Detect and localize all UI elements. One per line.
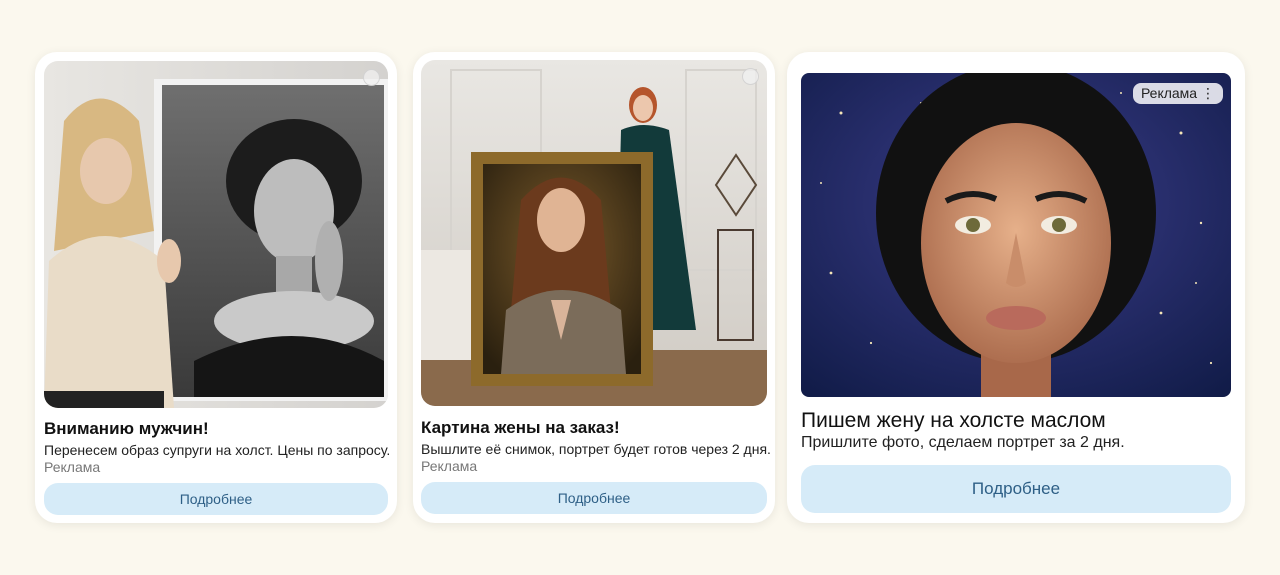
ad-card-3[interactable]: Реклама ⋮ Пишем жену на холсте маслом Пр… [787,52,1245,523]
ad-label: Реклама [421,458,478,474]
ad-description: Пришлите фото, сделаем портрет за 2 дня. [801,434,1125,451]
ad-description: Вышлите её снимок, портрет будет готов ч… [421,441,771,457]
ad-image-1[interactable] [44,61,388,408]
ad-card-2[interactable]: Картина жены на заказ! Вышлите её снимок… [413,52,775,523]
more-options-icon[interactable] [742,68,759,85]
details-button[interactable]: Подробнее [44,483,388,515]
ad-image-2[interactable] [421,60,767,406]
ad-title[interactable]: Пишем жену на холсте маслом [801,409,1106,433]
ad-title[interactable]: Картина жены на заказ! [421,418,620,438]
ad-badge: Реклама ⋮ [1132,83,1223,104]
details-button[interactable]: Подробнее [801,465,1231,513]
details-button[interactable]: Подробнее [421,482,767,514]
more-vertical-icon[interactable]: ⋮ [1201,85,1215,101]
ad-card-1[interactable]: Вниманию мужчин! Перенесем образ супруги… [35,52,397,523]
ad-image-3[interactable]: Реклама ⋮ [801,73,1231,397]
ad-title[interactable]: Вниманию мужчин! [44,419,209,439]
ad-label: Реклама [44,459,101,475]
ad-badge-label: Реклама [1140,85,1198,101]
ad-description: Перенесем образ супруги на холст. Цены п… [44,442,391,458]
more-options-icon[interactable] [363,69,380,86]
